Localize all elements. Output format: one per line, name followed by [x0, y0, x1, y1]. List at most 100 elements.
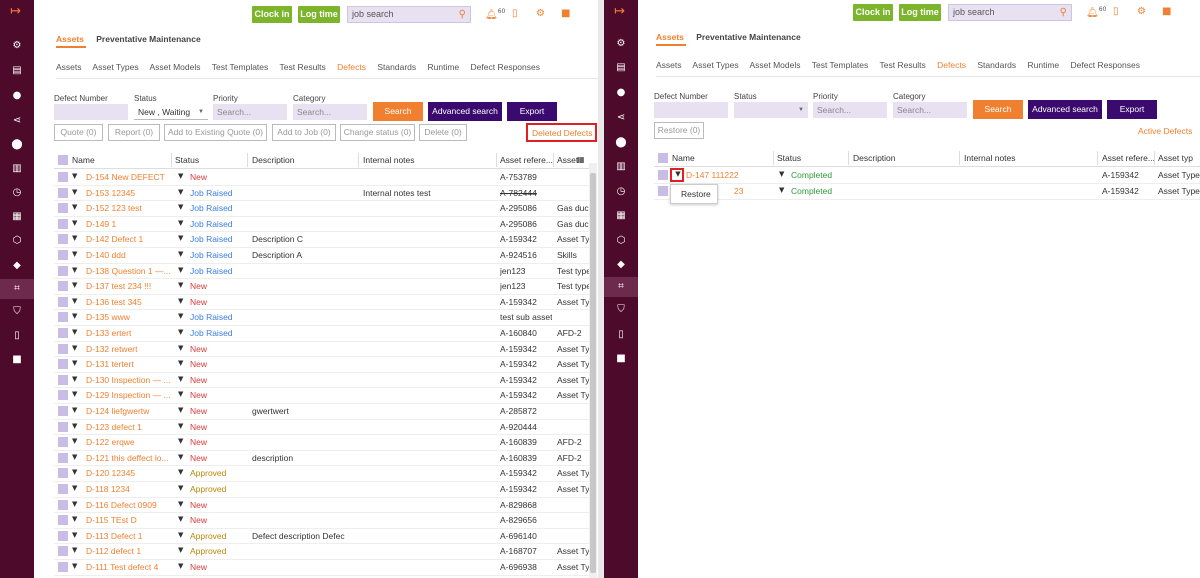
- col-description[interactable]: Description: [252, 155, 295, 165]
- status-chevron-icon[interactable]: ▼: [178, 546, 183, 554]
- row-checkbox[interactable]: [58, 421, 68, 432]
- tab-assets[interactable]: Assets: [656, 32, 684, 42]
- row-checkbox[interactable]: [58, 468, 68, 479]
- status-chevron-icon[interactable]: ▼: [178, 281, 183, 289]
- row-checkbox[interactable]: [58, 265, 68, 276]
- bell-icon[interactable]: 🔔︎60: [485, 8, 505, 20]
- row-menu-chevron-icon[interactable]: ▼: [72, 312, 77, 320]
- defect-name[interactable]: D-122 erqwe: [86, 437, 172, 447]
- table-row[interactable]: ▼ D-113 Defect 1 ▼ Approved Defect descripti…: [54, 529, 589, 545]
- location-icon[interactable]: ⬤: [613, 135, 629, 151]
- document-icon[interactable]: ▤: [613, 60, 629, 76]
- status-chevron-icon[interactable]: ▼: [178, 562, 183, 570]
- share-icon[interactable]: ⋖: [9, 113, 25, 129]
- row-menu-chevron-icon[interactable]: ▼: [72, 546, 77, 554]
- table-row[interactable]: ▼ D-129 Inspection — ... ▼ New A-159342 Asset…: [54, 388, 589, 404]
- row-menu-chevron-icon[interactable]: ▼: [72, 328, 77, 336]
- row-menu-chevron-icon[interactable]: ▼: [72, 515, 77, 523]
- status-chevron-icon[interactable]: ▼: [178, 437, 183, 445]
- category-input[interactable]: Search...: [893, 102, 967, 118]
- defect-name[interactable]: D-142 Defect 1: [86, 234, 172, 244]
- row-checkbox[interactable]: [58, 562, 68, 572]
- defect-name[interactable]: D-111 Test defect 4: [86, 562, 172, 572]
- phone-icon[interactable]: ▯: [512, 8, 518, 19]
- expand-sidebar-icon[interactable]: ↦: [10, 4, 21, 19]
- defect-name[interactable]: D-132 retwert: [86, 344, 172, 354]
- row-checkbox[interactable]: [58, 530, 68, 541]
- table-row[interactable]: ▼ D-132 retwert ▼ New A-159342 Asset Typ: [54, 342, 589, 358]
- shield-icon[interactable]: ⛉: [613, 302, 629, 318]
- row-menu-chevron-icon[interactable]: ▼: [72, 188, 77, 196]
- expand-sidebar-icon[interactable]: ↦: [614, 4, 625, 19]
- row-checkbox[interactable]: [58, 187, 68, 198]
- row-menu-chevron-icon[interactable]: ▼: [72, 422, 77, 430]
- col-asset-reference[interactable]: Asset refere...: [500, 155, 552, 165]
- row-checkbox[interactable]: [58, 484, 68, 494]
- defect-name[interactable]: D-154 New DEFECT: [86, 172, 172, 182]
- table-row[interactable]: ▼ D-147 111222 ▼ Completed A-159342 Asse…: [654, 168, 1200, 184]
- row-checkbox[interactable]: [58, 406, 68, 416]
- row-checkbox[interactable]: [58, 374, 68, 385]
- category-input[interactable]: Search...: [293, 104, 367, 120]
- book-icon[interactable]: ■: [1162, 6, 1171, 17]
- table-row[interactable]: ▼ D-135 www ▼ Job Raised test sub asset: [54, 310, 589, 326]
- table-row[interactable]: ▼ D-120 12345 ▼ Approved A-159342 Asset Typ: [54, 466, 589, 482]
- row-menu-chevron-icon[interactable]: ▼: [72, 390, 77, 398]
- row-checkbox[interactable]: [58, 437, 68, 448]
- status-chevron-icon[interactable]: ▼: [178, 188, 183, 196]
- subtab-asset-models[interactable]: Asset Models: [749, 60, 800, 70]
- search-button[interactable]: Search: [373, 102, 423, 121]
- select-all-checkbox[interactable]: [58, 155, 68, 165]
- status-chevron-icon[interactable]: ▼: [178, 328, 183, 336]
- subtab-asset-types[interactable]: Asset Types: [692, 60, 738, 70]
- col-asset-type[interactable]: Asset: [557, 155, 578, 165]
- table-row[interactable]: ▼ D-121 this deffect lo... ▼ New description…: [54, 451, 589, 467]
- row-menu-chevron-icon[interactable]: ▼: [72, 375, 77, 383]
- add-to-job-button[interactable]: Add to Job (0): [272, 124, 336, 141]
- col-description[interactable]: Description: [853, 153, 896, 163]
- defect-name[interactable]: D-131 tertert: [86, 359, 172, 369]
- tag-icon[interactable]: ◆: [613, 257, 629, 273]
- job-search-input[interactable]: job search ⚲: [948, 4, 1072, 21]
- row-menu-chevron-icon[interactable]: ▼: [72, 484, 77, 492]
- defect-number-input[interactable]: [654, 102, 728, 118]
- status-chevron-icon[interactable]: ▼: [178, 250, 183, 258]
- subtab-test-results[interactable]: Test Results: [880, 60, 926, 70]
- share-icon[interactable]: ⋖: [613, 110, 629, 126]
- table-row[interactable]: 23 ▼ Completed A-159342 Asset Type: [654, 184, 1200, 200]
- table-row[interactable]: ▼ D-122 erqwe ▼ New A-160839 AFD-2: [54, 435, 589, 451]
- advanced-search-button[interactable]: Advanced search: [428, 102, 502, 121]
- row-menu-chevron-icon[interactable]: ▼: [72, 203, 77, 211]
- chat-icon[interactable]: ■: [613, 351, 629, 367]
- job-search-input[interactable]: job search ⚲: [347, 6, 471, 23]
- scan-icon[interactable]: ⌗: [604, 277, 638, 297]
- defect-number-input[interactable]: [54, 104, 128, 120]
- defect-name[interactable]: D-153 12345: [86, 188, 172, 198]
- status-select[interactable]: New , Waiting ▼: [134, 104, 208, 120]
- table-row[interactable]: ▼ D-137 test 234 !!! ▼ New jen123 Test type: [54, 279, 589, 295]
- defect-name[interactable]: D-133 ertert: [86, 328, 172, 338]
- select-all-checkbox[interactable]: [658, 153, 668, 163]
- status-chevron-icon[interactable]: ▼: [178, 359, 183, 367]
- status-chevron-icon[interactable]: ▼: [178, 312, 183, 320]
- defect-name[interactable]: D-149 1: [86, 219, 172, 229]
- restore-menu-item[interactable]: Restore: [681, 189, 711, 199]
- row-checkbox[interactable]: [658, 186, 668, 196]
- status-chevron-icon[interactable]: ▼: [178, 297, 183, 305]
- table-row[interactable]: ▼ D-133 ertert ▼ Job Raised A-160840 AFD-2: [54, 326, 589, 342]
- row-checkbox[interactable]: [58, 172, 68, 182]
- subtab-defects[interactable]: Defects: [937, 60, 966, 70]
- status-chevron-icon[interactable]: ▼: [178, 375, 183, 383]
- defect-name[interactable]: D-123 defect 1: [86, 422, 172, 432]
- bell-icon[interactable]: 🔔︎60: [1086, 6, 1106, 18]
- clock-in-button[interactable]: Clock in: [252, 6, 292, 23]
- row-menu-chevron-icon[interactable]: ▼: [72, 531, 77, 539]
- row-menu-chevron-icon[interactable]: ▼: [72, 234, 77, 242]
- active-defects-link[interactable]: Active Defects: [1138, 126, 1192, 136]
- col-internal-notes[interactable]: Internal notes: [964, 153, 1016, 163]
- document-icon[interactable]: ▤: [9, 63, 25, 79]
- phone-icon[interactable]: ▯: [1113, 6, 1119, 17]
- export-button[interactable]: Export: [1107, 100, 1157, 119]
- book-icon[interactable]: ■: [561, 8, 570, 19]
- defect-name[interactable]: D-121 this deffect lo...: [86, 453, 172, 463]
